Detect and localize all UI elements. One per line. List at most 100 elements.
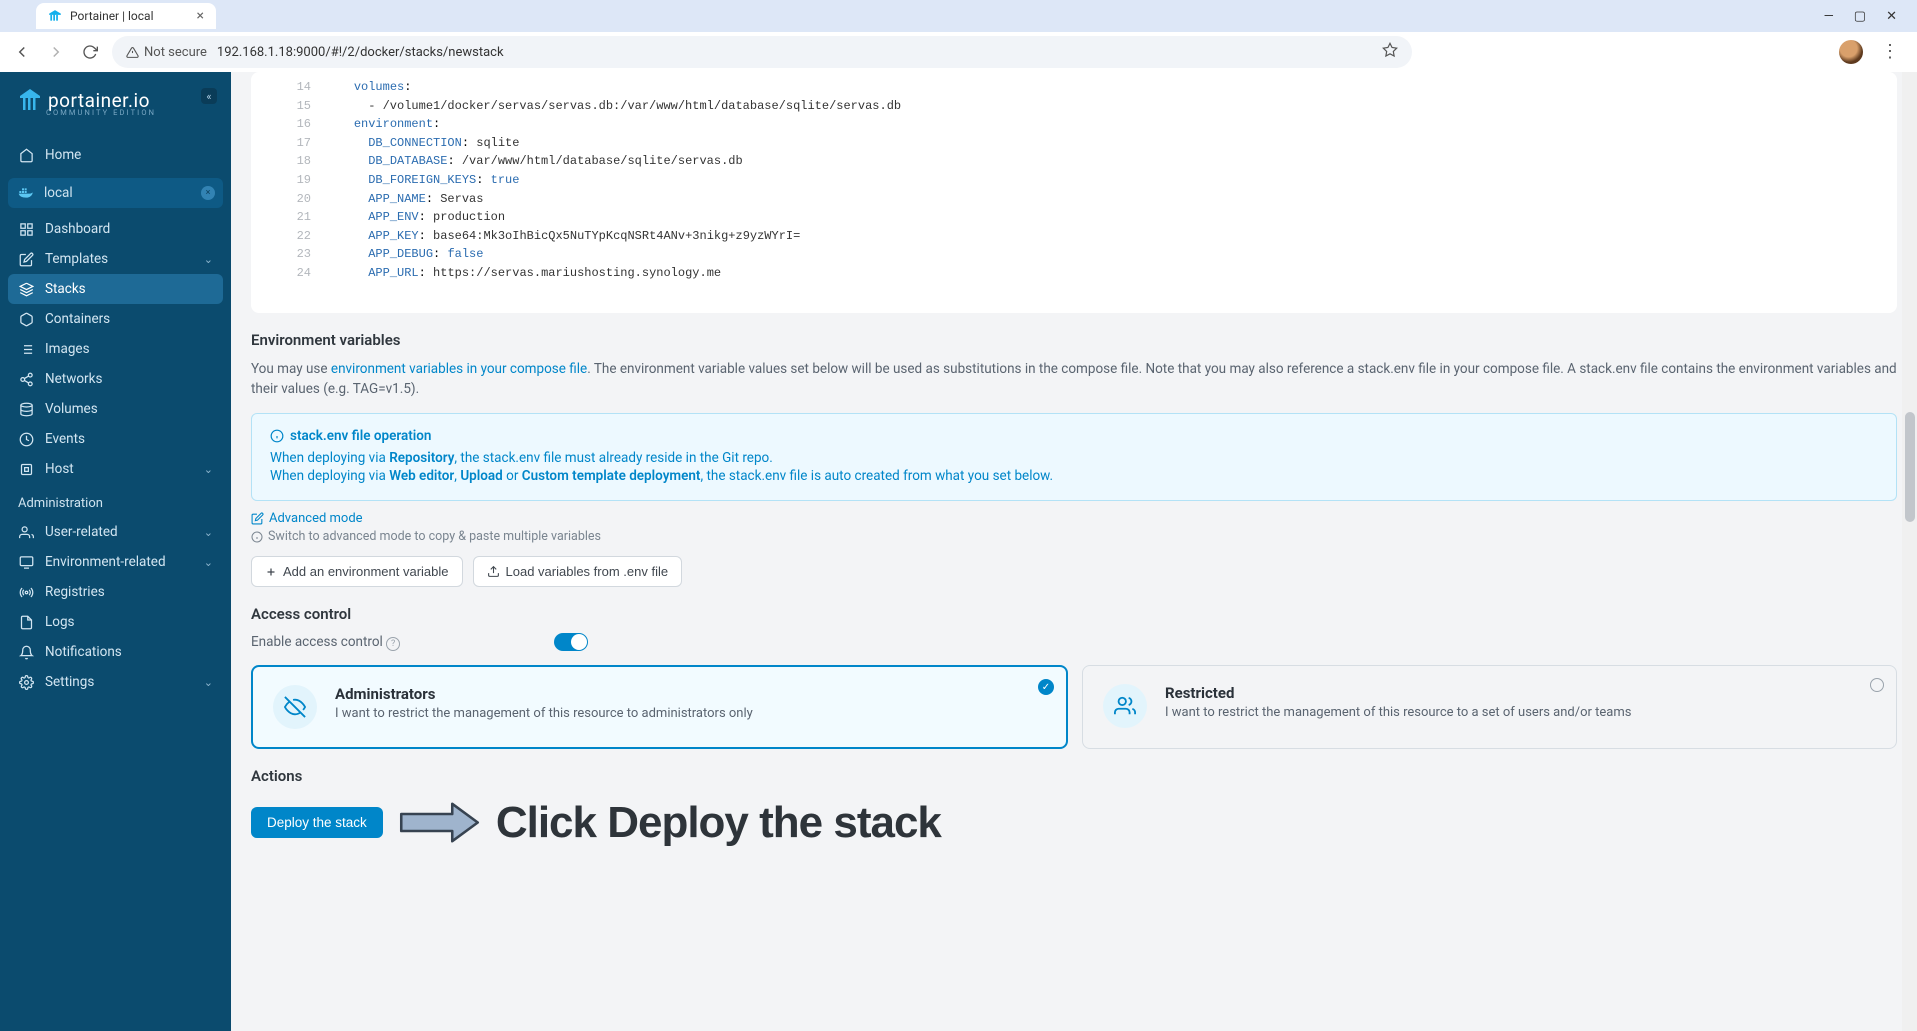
sidebar-item-notifications[interactable]: Notifications xyxy=(0,637,231,667)
code-line[interactable]: 14 volumes: xyxy=(275,78,1873,97)
tab-title: Portainer | local xyxy=(70,9,154,23)
plus-icon xyxy=(265,566,277,578)
portainer-logo-icon xyxy=(18,86,42,114)
sidebar-item-containers[interactable]: Containers xyxy=(0,304,231,334)
nav-icon xyxy=(18,462,34,477)
collapse-sidebar-icon[interactable]: « xyxy=(201,88,217,104)
reload-button[interactable] xyxy=(78,40,102,64)
env-close-icon[interactable]: × xyxy=(201,186,215,200)
sidebar-item-label: Events xyxy=(45,431,85,447)
scrollbar-track[interactable] xyxy=(1902,72,1917,1031)
maximize-window-icon[interactable]: ▢ xyxy=(1854,9,1866,24)
nav-icon xyxy=(18,222,34,237)
nav-icon xyxy=(18,555,34,570)
home-icon xyxy=(18,148,34,163)
sidebar-item-logs[interactable]: Logs xyxy=(0,607,231,637)
code-line[interactable]: 18 DB_DATABASE: /var/www/html/database/s… xyxy=(275,152,1873,171)
brand-logo[interactable]: portainer.io COMMUNITY EDITION « xyxy=(0,72,231,128)
yaml-editor[interactable]: 14 volumes:15 - /volume1/docker/servas/s… xyxy=(275,72,1873,289)
chevron-down-icon: ⌄ xyxy=(204,556,213,569)
main-content: 14 volumes:15 - /volume1/docker/servas/s… xyxy=(231,72,1917,1031)
sidebar-item-label: Home xyxy=(45,147,81,163)
code-line[interactable]: 22 APP_KEY: base64:Mk3oIhBicQx5NuTYpKcqN… xyxy=(275,227,1873,246)
sidebar-item-label: Host xyxy=(45,461,74,477)
line-number: 24 xyxy=(275,264,325,283)
chevron-down-icon: ⌄ xyxy=(204,526,213,539)
access-option-restricted[interactable]: Restricted I want to restrict the manage… xyxy=(1082,665,1897,749)
nav-icon xyxy=(18,645,34,660)
sidebar-item-events[interactable]: Events xyxy=(0,424,231,454)
sidebar-item-registries[interactable]: Registries xyxy=(0,577,231,607)
sidebar-item-networks[interactable]: Networks xyxy=(0,364,231,394)
back-button[interactable] xyxy=(10,40,34,64)
sidebar-item-label: Networks xyxy=(45,371,102,387)
env-vars-docs-link[interactable]: environment variables in your compose fi… xyxy=(331,361,587,377)
editor-card: 14 volumes:15 - /volume1/docker/servas/s… xyxy=(251,72,1897,313)
code-line[interactable]: 19 DB_FOREIGN_KEYS: true xyxy=(275,171,1873,190)
help-icon[interactable]: ? xyxy=(386,637,400,651)
load-env-file-button[interactable]: Load variables from .env file xyxy=(473,556,683,587)
sidebar-item-host[interactable]: Host⌄ xyxy=(0,454,231,484)
sidebar-item-home[interactable]: Home xyxy=(0,140,231,170)
code-line[interactable]: 21 APP_ENV: production xyxy=(275,208,1873,227)
minimize-window-icon[interactable]: — xyxy=(1824,9,1834,24)
radio-unchecked-icon xyxy=(1870,678,1884,692)
code-line[interactable]: 23 APP_DEBUG: false xyxy=(275,245,1873,264)
code-line[interactable]: 15 - /volume1/docker/servas/servas.db:/v… xyxy=(275,97,1873,116)
url-text: 192.168.1.18:9000/#!/2/docker/stacks/new… xyxy=(217,45,504,60)
chevron-down-icon: ⌄ xyxy=(204,253,213,266)
scrollbar-thumb[interactable] xyxy=(1905,412,1915,522)
sidebar-item-label: Notifications xyxy=(45,644,122,660)
access-control-toggle[interactable] xyxy=(554,633,588,651)
sidebar-item-label: Logs xyxy=(45,614,75,630)
nav-icon xyxy=(18,675,34,690)
browser-tab[interactable]: Portainer | local × xyxy=(36,3,216,29)
brand-subtitle: COMMUNITY EDITION xyxy=(46,108,156,117)
option-title: Restricted xyxy=(1165,684,1631,702)
nav-icon xyxy=(18,402,34,417)
close-window-icon[interactable]: ✕ xyxy=(1886,9,1897,24)
bookmark-star-icon[interactable] xyxy=(1382,42,1398,62)
chevron-down-icon: ⌄ xyxy=(204,676,213,689)
forward-button[interactable] xyxy=(44,40,68,64)
env-vars-heading: Environment variables xyxy=(251,331,1897,349)
close-tab-icon[interactable]: × xyxy=(197,8,204,24)
window-controls: — ▢ ✕ xyxy=(1824,9,1909,24)
line-number: 19 xyxy=(275,171,325,190)
deploy-stack-button[interactable]: Deploy the stack xyxy=(251,807,383,838)
sidebar-item-user-related[interactable]: User-related⌄ xyxy=(0,517,231,547)
info-panel-heading: stack.env file operation xyxy=(290,428,431,444)
sidebar-environment-badge[interactable]: local × xyxy=(8,178,223,208)
sidebar-item-dashboard[interactable]: Dashboard xyxy=(0,214,231,244)
sidebar-item-templates[interactable]: Templates⌄ xyxy=(0,244,231,274)
add-env-var-button[interactable]: Add an environment variable xyxy=(251,556,463,587)
code-line[interactable]: 17 DB_CONNECTION: sqlite xyxy=(275,134,1873,153)
sidebar-item-volumes[interactable]: Volumes xyxy=(0,394,231,424)
sidebar: portainer.io COMMUNITY EDITION « Home lo… xyxy=(0,72,231,1031)
nav-icon xyxy=(18,282,34,297)
line-number: 20 xyxy=(275,190,325,209)
eye-off-icon xyxy=(273,685,317,729)
code-line[interactable]: 24 APP_URL: https://servas.mariushosting… xyxy=(275,264,1873,283)
sidebar-item-environment-related[interactable]: Environment-related⌄ xyxy=(0,547,231,577)
info-icon xyxy=(270,429,284,443)
line-number: 18 xyxy=(275,152,325,171)
sidebar-item-label: Registries xyxy=(45,584,105,600)
nav-icon xyxy=(18,252,34,267)
access-option-administrators[interactable]: Administrators I want to restrict the ma… xyxy=(251,665,1068,749)
profile-avatar[interactable] xyxy=(1839,40,1863,64)
option-desc: I want to restrict the management of thi… xyxy=(1165,705,1631,720)
line-number: 17 xyxy=(275,134,325,153)
sidebar-item-images[interactable]: Images xyxy=(0,334,231,364)
nav-icon xyxy=(18,312,34,327)
sidebar-item-stacks[interactable]: Stacks xyxy=(8,274,223,304)
browser-menu-icon[interactable]: ⋮ xyxy=(1881,43,1899,61)
code-line[interactable]: 16 environment: xyxy=(275,115,1873,134)
sidebar-item-label: Stacks xyxy=(45,281,86,297)
sidebar-item-settings[interactable]: Settings⌄ xyxy=(0,667,231,697)
nav-icon xyxy=(18,432,34,447)
enable-access-control-label: Enable access control ? xyxy=(251,634,400,651)
address-bar[interactable]: Not secure 192.168.1.18:9000/#!/2/docker… xyxy=(112,36,1412,68)
code-line[interactable]: 20 APP_NAME: Servas xyxy=(275,190,1873,209)
advanced-mode-link[interactable]: Advanced mode xyxy=(251,511,1897,526)
